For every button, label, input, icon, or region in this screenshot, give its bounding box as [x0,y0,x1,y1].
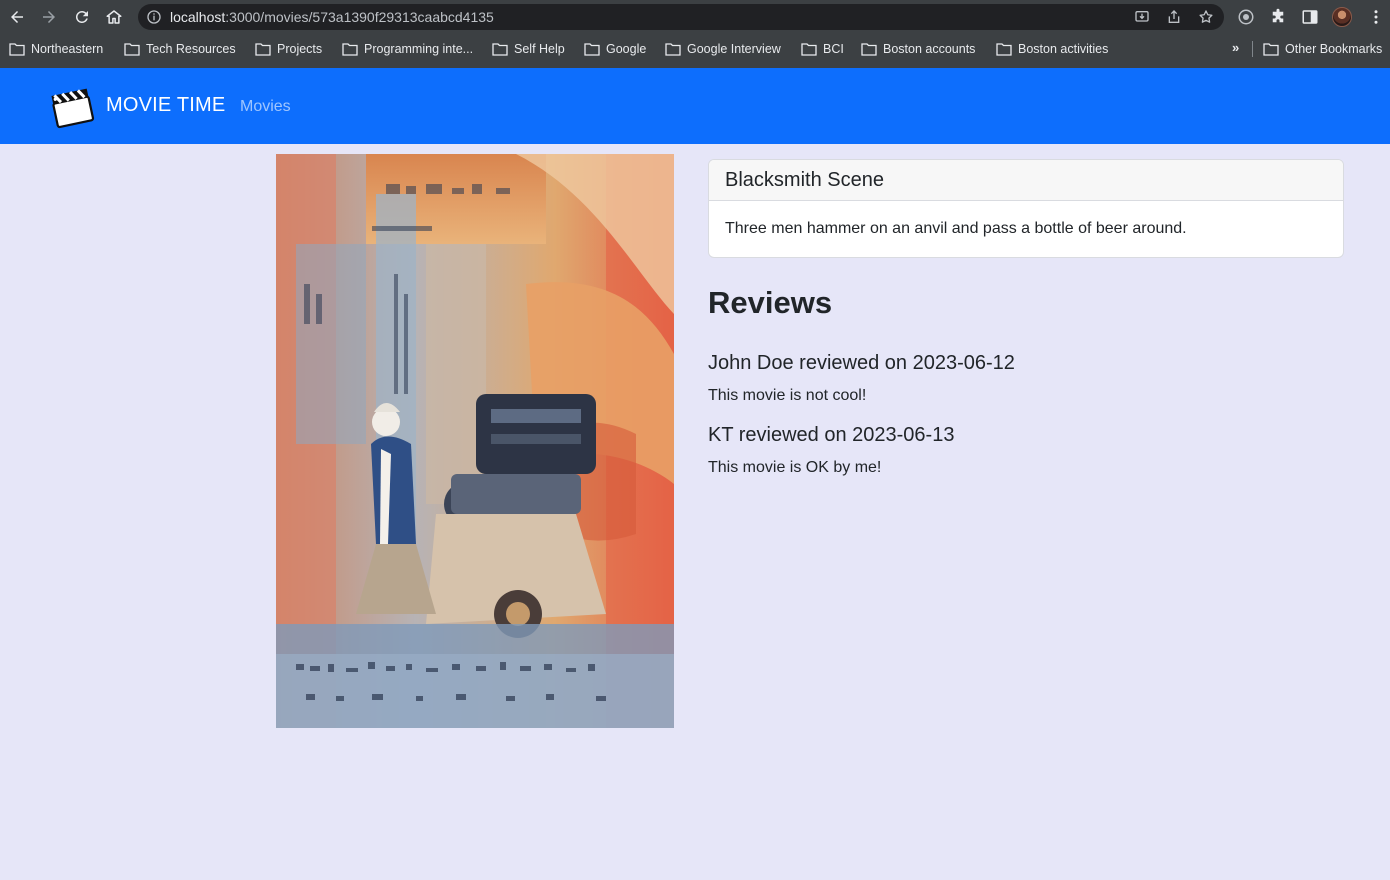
browser-chrome: localhost:3000/movies/573a1390f29313caab… [0,0,1390,68]
other-bookmarks-folder[interactable]: Other Bookmarks [1263,41,1382,57]
bookmark-folder[interactable]: BCI [801,41,844,57]
bookmarks-overflow-button[interactable]: » [1232,40,1239,55]
folder-icon [492,43,508,56]
other-bookmarks-label: Other Bookmarks [1285,42,1383,56]
bookmarks-divider [1252,41,1253,57]
review-text: This movie is OK by me! [708,459,882,476]
folder-icon [584,43,600,56]
folder-icon [1263,43,1279,56]
bookmark-folder[interactable]: Self Help [492,41,565,57]
arrow-left-icon [11,11,23,23]
address-bar[interactable]: localhost:3000/movies/573a1390f29313caab… [138,4,1224,30]
review-header: John Doe reviewed on 2023-06-12 [708,352,1015,374]
folder-icon [342,43,358,56]
bookmark-label: Projects [277,42,323,56]
bookmark-folder[interactable]: Google [584,41,646,57]
url-path: :3000/movies/573a1390f29313caabcd4135 [225,9,494,25]
puzzle-icon[interactable] [1268,7,1288,27]
bookmark-folder[interactable]: Boston activities [996,41,1108,57]
bookmark-folder[interactable]: Boston accounts [861,41,975,57]
browser-toolbar: localhost:3000/movies/573a1390f29313caab… [0,0,1390,34]
bookmark-label: Tech Resources [146,42,236,56]
arrow-right-icon [43,11,55,23]
bookmark-folder[interactable]: Google Interview [665,41,781,57]
bookmark-folder[interactable]: Projects [255,41,322,57]
back-button[interactable] [6,6,28,28]
bookmark-label: Boston activities [1018,42,1109,56]
reload-button[interactable] [71,6,93,28]
url-text[interactable]: localhost:3000/movies/573a1390f29313caab… [170,9,494,25]
bookmark-label: Self Help [514,42,565,56]
bookmark-folder[interactable]: Programming inte... [342,41,473,57]
movie-title: Blacksmith Scene [709,160,1343,201]
star-icon[interactable] [1198,9,1214,25]
movie-plot: Three men hammer on an anvil and pass a … [725,220,1187,237]
bookmark-label: Google Interview [687,42,781,56]
kebab-menu-icon[interactable] [1366,7,1386,27]
reviews-heading: Reviews [708,285,833,320]
brand-title[interactable]: MOVIE TIME [106,94,225,117]
bookmark-folder[interactable]: Northeastern [9,41,103,57]
bookmark-label: Boston accounts [883,42,976,56]
install-icon[interactable] [1134,9,1150,25]
movie-poster-image [276,154,674,728]
info-icon[interactable] [146,9,162,25]
profile-avatar[interactable] [1332,7,1352,27]
bookmark-label: Programming inte... [364,42,474,56]
folder-icon [9,43,25,56]
reload-icon [75,10,88,23]
bookmarks-bar: Northeastern Tech Resources Projects Pro… [0,34,1390,64]
review-header: KT reviewed on 2023-06-13 [708,424,955,446]
url-host: localhost [170,9,226,25]
folder-icon [861,43,877,56]
folder-icon [996,43,1012,56]
folder-icon [665,43,681,56]
home-button[interactable] [103,6,125,28]
forward-button[interactable] [38,6,60,28]
bookmark-label: BCI [823,42,844,56]
folder-icon [801,43,817,56]
app-navbar: MOVIE TIME Movies [0,68,1390,144]
nav-link-movies[interactable]: Movies [240,98,291,116]
review-text: This movie is not cool! [708,387,867,404]
movie-card: Blacksmith Scene Three men hammer on an … [708,159,1344,258]
bookmark-folder[interactable]: Tech Resources [124,41,236,57]
side-panel-icon[interactable] [1300,7,1320,27]
bookmark-label: Google [606,42,647,56]
share-icon[interactable] [1166,9,1182,25]
bookmark-label: Northeastern [31,42,104,56]
folder-icon [124,43,140,56]
home-icon [106,10,122,24]
clapperboard-logo-icon[interactable] [48,82,96,130]
extension-target-icon[interactable] [1236,7,1256,27]
folder-icon [255,43,271,56]
